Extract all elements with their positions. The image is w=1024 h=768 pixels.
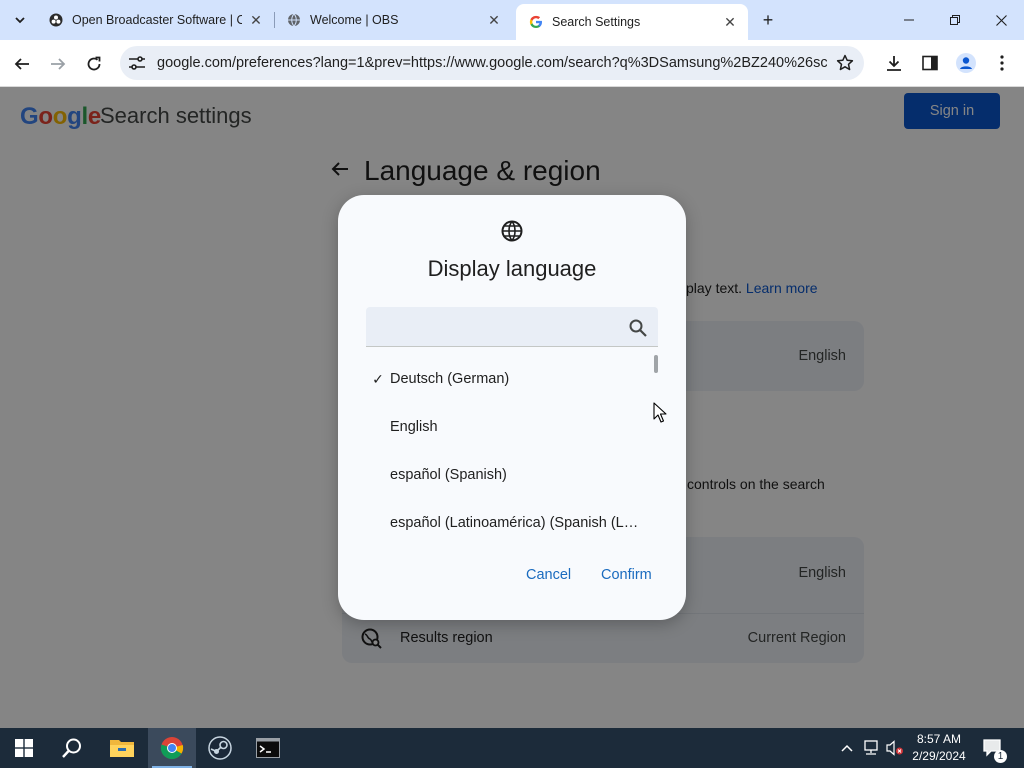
address-bar[interactable]: google.com/preferences?lang=1&prev=https… [120, 46, 864, 80]
network-icon [864, 740, 878, 755]
taskbar-clock[interactable]: 8:57 AM 2/29/2024 [906, 731, 972, 765]
menu-button[interactable] [991, 52, 1013, 74]
language-option-espanol[interactable]: español (Spanish) [366, 451, 656, 499]
language-option-deutsch[interactable]: ✓ Deutsch (German) [366, 355, 656, 403]
more-vert-icon [1000, 55, 1004, 71]
minimize-button[interactable] [886, 0, 932, 40]
arrow-right-icon [51, 58, 66, 70]
tab-search-button[interactable] [8, 8, 32, 32]
profile-avatar-icon [956, 53, 976, 73]
restore-button[interactable] [932, 0, 978, 40]
terminal-icon [256, 738, 280, 758]
downloads-button[interactable] [883, 52, 905, 74]
chevron-down-icon [15, 17, 25, 24]
tab-title: Welcome | OBS [310, 13, 399, 27]
reload-button[interactable] [82, 52, 106, 76]
new-tab-button[interactable]: + [758, 10, 778, 30]
obs-icon [48, 12, 64, 28]
close-icon[interactable]: ✕ [248, 12, 264, 28]
forward-button[interactable] [46, 52, 70, 76]
tab-title: Open Broadcaster Software | OBS [72, 13, 242, 27]
chevron-up-icon [841, 744, 853, 752]
taskbar-search-button[interactable] [48, 728, 96, 768]
language-option-label: Deutsch (German) [390, 371, 510, 387]
url-text: google.com/preferences?lang=1&prev=https… [157, 55, 827, 71]
language-option-label: español (Latinoamérica) (Spanish (Latin … [390, 515, 640, 531]
volume-muted-icon [886, 740, 903, 756]
folder-icon [110, 740, 134, 757]
tab-welcome-obs[interactable]: Welcome | OBS ✕ [274, 6, 512, 34]
language-search-input[interactable] [366, 307, 658, 347]
display-language-dialog: Display language ✓ Deutsch (German) Engl… [338, 195, 686, 620]
globe-icon [501, 220, 523, 242]
language-option-label: español (Spanish) [390, 467, 507, 483]
taskbar-terminal[interactable] [244, 728, 292, 768]
check-icon: ✓ [372, 370, 384, 387]
taskbar-file-explorer[interactable] [98, 728, 146, 768]
tab-title: Search Settings [552, 15, 641, 29]
language-option-espanol-latam[interactable]: español (Latinoamérica) (Spanish (Latin … [366, 499, 656, 547]
cancel-button[interactable]: Cancel [526, 567, 571, 583]
list-scrollbar[interactable] [654, 355, 658, 373]
confirm-button[interactable]: Confirm [601, 567, 652, 583]
side-panel-icon [922, 55, 938, 71]
arrow-left-icon [14, 58, 29, 70]
notification-count-badge: 1 [994, 750, 1007, 763]
language-option-label: English [390, 419, 438, 435]
restore-icon [950, 15, 960, 25]
google-icon [528, 14, 544, 30]
download-icon [887, 56, 901, 71]
windows-taskbar: 8:57 AM 2/29/2024 1 [0, 728, 1024, 768]
clock-time: 8:57 AM [916, 732, 962, 746]
start-button[interactable] [0, 728, 48, 768]
back-button[interactable] [10, 52, 34, 76]
close-icon [995, 14, 1007, 26]
side-panel-button[interactable] [919, 52, 941, 74]
search-settings-page: Google Search settings Sign in Language … [0, 87, 1024, 728]
network-tray-icon[interactable] [860, 728, 882, 768]
close-icon[interactable]: ✕ [486, 12, 502, 28]
browser-toolbar: google.com/preferences?lang=1&prev=https… [0, 40, 1024, 87]
windows-logo-icon [15, 739, 33, 757]
search-icon [62, 738, 81, 758]
reload-icon [87, 56, 101, 71]
dialog-title: Display language [427, 256, 597, 281]
chrome-icon [160, 737, 184, 760]
tab-strip: Open Broadcaster Software | OBS ✕ Welcom… [0, 0, 1024, 40]
site-settings-icon[interactable] [128, 55, 146, 71]
taskbar-steam[interactable] [196, 728, 244, 768]
window-close-button[interactable] [978, 0, 1024, 40]
search-icon[interactable] [628, 318, 648, 338]
mouse-cursor-icon [653, 402, 667, 423]
tray-overflow-button[interactable] [838, 728, 856, 768]
tab-obs[interactable]: Open Broadcaster Software | OBS ✕ [36, 6, 274, 34]
minimize-icon [904, 19, 914, 21]
language-list: ✓ Deutsch (German) English español (Span… [366, 355, 658, 555]
clock-date: 2/29/2024 [912, 749, 966, 763]
globe-icon [286, 12, 302, 28]
volume-tray-icon[interactable] [884, 728, 906, 768]
close-icon[interactable]: ✕ [722, 14, 738, 30]
profile-button[interactable] [955, 52, 977, 74]
tab-search-settings[interactable]: Search Settings ✕ [516, 4, 748, 40]
star-icon[interactable] [836, 54, 854, 72]
language-option-english[interactable]: English [366, 403, 656, 451]
steam-icon [208, 736, 232, 760]
notification-center-button[interactable]: 1 [980, 728, 1007, 768]
taskbar-chrome[interactable] [148, 728, 196, 768]
